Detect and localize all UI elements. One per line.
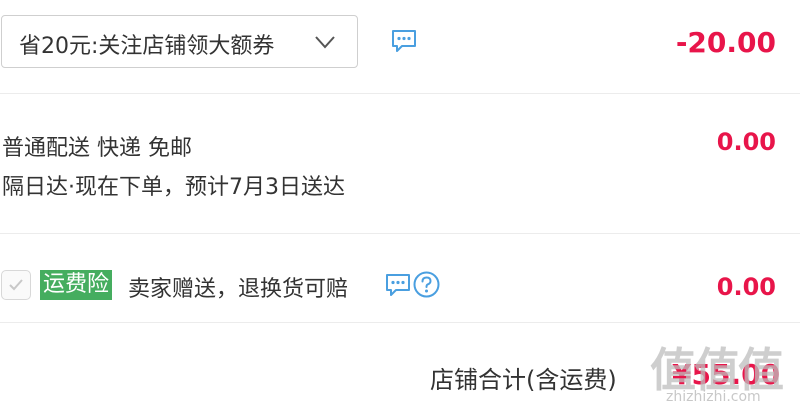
divider bbox=[0, 233, 800, 234]
coupon-select[interactable]: 省20元:关注店铺领大额券 bbox=[1, 15, 358, 68]
insurance-description: 卖家赠送，退换货可赔 bbox=[128, 277, 349, 302]
divider bbox=[0, 322, 800, 323]
insurance-checkbox[interactable] bbox=[1, 270, 31, 300]
watermark-url: zhizhizhi.com bbox=[666, 389, 761, 405]
delivery-method: 普通配送 快递 免邮 bbox=[2, 136, 192, 161]
delivery-eta: 隔日达·现在下单，预计7月3日送达 bbox=[2, 175, 345, 200]
message-icon[interactable] bbox=[390, 28, 418, 54]
delivery-amount: 0.00 bbox=[716, 128, 776, 156]
coupon-amount: -20.00 bbox=[675, 26, 776, 59]
chevron-down-icon bbox=[315, 36, 335, 49]
divider bbox=[0, 93, 800, 94]
coupon-select-label: 省20元:关注店铺领大额券 bbox=[19, 34, 275, 59]
question-circle-icon[interactable] bbox=[413, 271, 440, 298]
insurance-badge: 运费险 bbox=[40, 270, 113, 300]
message-icon[interactable] bbox=[384, 272, 412, 298]
store-total-label: 店铺合计(含运费) bbox=[430, 366, 617, 394]
check-icon bbox=[9, 279, 23, 291]
insurance-amount: 0.00 bbox=[716, 273, 776, 301]
